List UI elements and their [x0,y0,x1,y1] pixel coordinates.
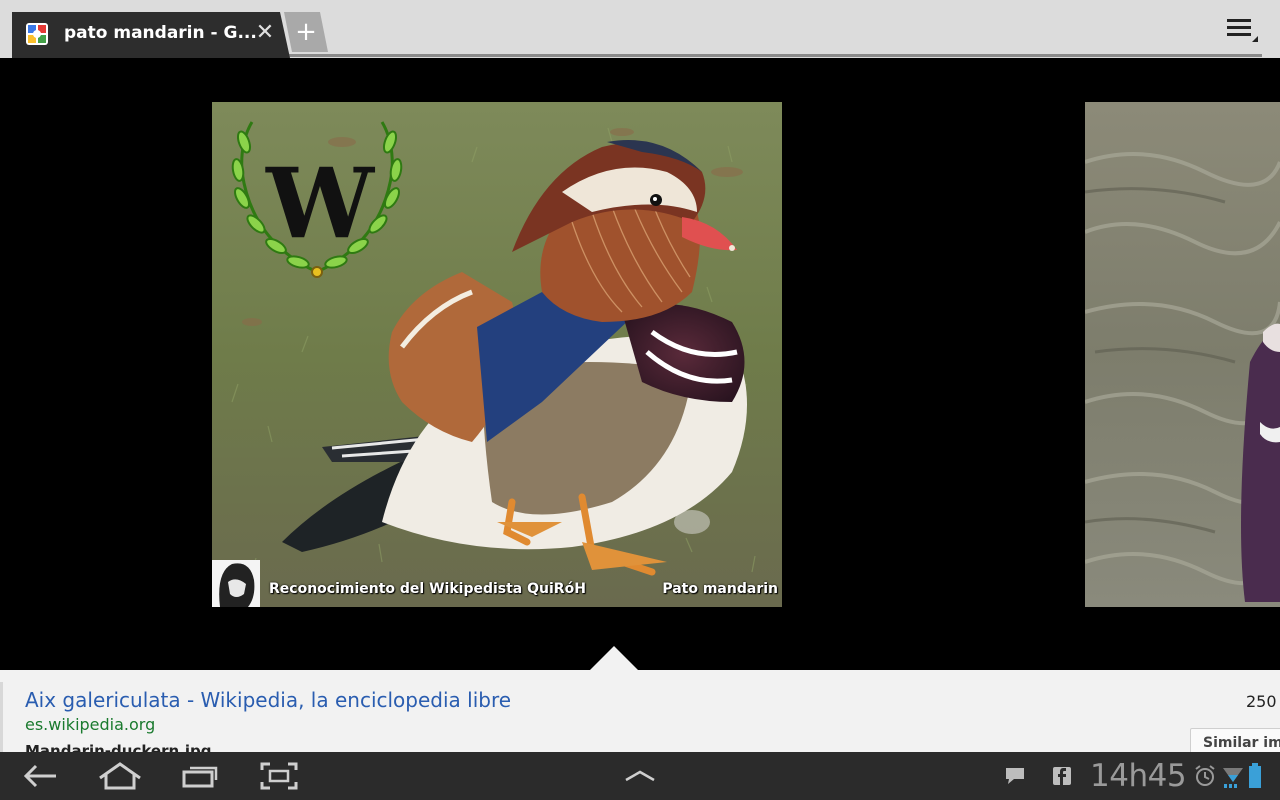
result-image-size: 250 [1246,692,1277,711]
result-title-link[interactable]: Aix galericulata - Wikipedia, la enciclo… [25,688,511,712]
screenshot-icon[interactable] [258,760,300,792]
recent-apps-icon[interactable] [180,762,220,790]
wikipedian-portrait [212,560,260,607]
wikipedia-w-letter: W [265,147,375,260]
status-clock: 14h45 [1090,758,1187,794]
alarm-icon [1195,765,1215,786]
image-viewer: W Reconocimiento del Wikipedista QuiRóH … [0,58,1280,670]
result-info-panel: Aix galericulata - Wikipedia, la enciclo… [0,670,1280,752]
next-image-preview[interactable] [1085,102,1280,607]
browser-tab-strip: pato mandarin - G... ✕ + [0,0,1280,58]
image-caption-credit: Reconocimiento del Wikipedista QuiRóH [269,581,586,597]
tab-active[interactable]: pato mandarin - G... ✕ [12,12,290,58]
image-caption-title: Pato mandarin [662,581,778,597]
home-icon[interactable] [96,760,144,792]
facebook-icon[interactable] [1052,766,1072,786]
result-url-link[interactable]: es.wikipedia.org [25,715,155,734]
menu-icon[interactable] [1222,14,1260,46]
back-icon[interactable] [22,762,60,790]
similar-images-button[interactable]: Similar ima [1190,728,1280,752]
wifi-icon [1223,768,1243,788]
tab-close-button[interactable]: ✕ [252,20,278,46]
result-snippet: Mandarin-duckern.jpg [25,742,212,752]
chevron-up-icon[interactable] [622,766,658,786]
tab-strip-divider [160,54,1262,57]
main-image-mandarin-duck[interactable]: W Reconocimiento del Wikipedista QuiRóH … [212,102,782,607]
google-favicon-icon [26,23,48,45]
water-duck-photo [1085,102,1280,607]
mandarin-duck-photo: W [212,102,782,607]
battery-icon [1249,763,1261,788]
chat-icon[interactable] [1004,766,1026,786]
panel-edge [0,682,3,752]
tab-title: pato mandarin - G... [64,23,257,43]
new-tab-button[interactable]: + [284,12,328,52]
android-system-bar: 14h45 [0,752,1280,800]
selection-pointer [590,646,638,670]
